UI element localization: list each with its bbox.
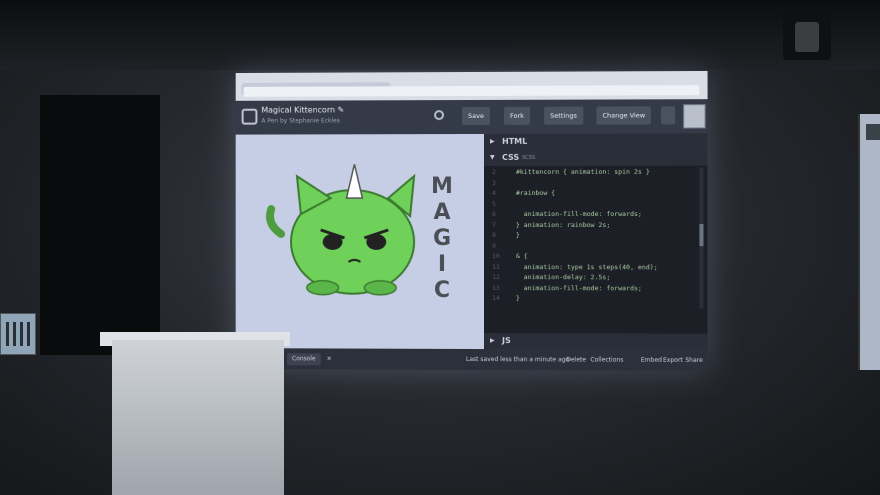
code-line[interactable]: 5 [492,199,703,207]
line-number: 2 [492,168,508,176]
settings-button[interactable]: Settings [544,107,583,125]
magic-letter: I [430,252,454,278]
logo-icon [866,124,880,140]
code-text: animation-delay: 2.5s; [508,273,610,281]
html-pane-header[interactable]: ▶ HTML [484,133,708,150]
panel-slot [20,322,23,346]
podium [112,340,284,495]
delete-button[interactable]: Delete [566,349,586,370]
magic-letter: A [430,200,454,226]
code-line[interactable]: 8 } [492,231,703,239]
chevron-down-icon: ▼ [490,150,495,166]
code-line[interactable]: 6 animation-fill-mode: forwards; [492,210,703,218]
magic-letter: M [430,174,454,200]
ceiling-light-fixture [783,10,831,60]
fork-button[interactable]: Fork [504,107,530,125]
line-number: 12 [492,273,508,281]
magic-letter: C [430,278,454,304]
line-number: 3 [492,178,508,186]
code-text: #kittencorn { animation: spin 2s } [508,168,650,176]
codepen-logo-icon[interactable] [242,109,258,125]
embed-button[interactable]: Embed [641,350,662,371]
code-text: animation-fill-mode: forwards; [508,284,642,292]
code-text: animation: type 1s steps(40, end); [508,263,658,271]
code-line[interactable]: 12 animation-delay: 2.5s; [492,273,703,281]
code-line[interactable]: 10 & { [492,252,703,260]
save-button[interactable]: Save [462,107,490,125]
code-editor: ▶ HTML ▼ CSS SCSS 2 #kittencorn { animat… [484,133,708,349]
code-line[interactable]: 3 [492,178,703,186]
share-button[interactable]: Share [685,350,703,371]
scrollbar-thumb[interactable] [699,224,703,246]
code-line[interactable]: 7 } animation: rainbow 2s; [492,220,703,228]
kittencorn-illustration [261,164,430,304]
chevron-right-icon: ▶ [490,333,495,349]
projected-screen: Magical Kittencorn ✎ A Pen by Stephanie … [236,71,708,371]
line-number: 9 [492,242,508,250]
code-line[interactable]: 2 #kittencorn { animation: spin 2s } [492,168,703,176]
panel-slot [13,322,16,346]
code-text: } [508,231,520,239]
line-number: 6 [492,210,508,218]
code-line[interactable]: 13 animation-fill-mode: forwards; [492,284,703,292]
close-icon[interactable]: ✕ [327,348,332,369]
preview-pane: M A G I C [236,134,484,349]
css-pane-header[interactable]: ▼ CSS SCSS [484,150,708,166]
line-number: 13 [492,284,508,292]
left-wall-panel [0,313,36,355]
console-button[interactable]: Console [287,353,320,365]
magic-text: M A G I C [430,174,454,304]
code-text: } animation: rainbow 2s; [508,220,610,228]
line-number: 4 [492,189,508,197]
collections-button[interactable]: Collections [590,349,623,370]
html-pane-label: HTML [502,134,527,150]
code-text: } [508,294,520,302]
line-number: 7 [492,220,508,228]
line-number: 11 [492,263,508,271]
pen-author[interactable]: A Pen by Stephanie Eckles [261,117,340,124]
pen-title[interactable]: Magical Kittencorn ✎ [261,105,344,114]
second-projection-screen [858,114,880,370]
css-code[interactable]: 2 #kittencorn { animation: spin 2s } 3 4 #… [484,168,708,309]
gear-icon[interactable] [434,110,444,120]
line-number: 8 [492,231,508,239]
export-button[interactable]: Export [663,350,683,371]
code-line[interactable]: 9 [492,242,703,250]
js-pane-header[interactable]: ▶ JS [484,333,708,350]
code-line[interactable]: 14 } [492,294,703,303]
css-pane-label: CSS [502,150,519,166]
line-number: 14 [492,294,508,302]
pin-icon[interactable] [661,106,675,124]
avatar[interactable] [683,104,705,128]
editor-header: Magical Kittencorn ✎ A Pen by Stephanie … [236,99,708,134]
lamp [795,22,819,52]
change-view-button[interactable]: Change View [596,106,651,124]
line-number: 5 [492,199,508,207]
chevron-right-icon: ▶ [490,134,495,150]
magic-letter: G [430,226,454,252]
code-text: & { [508,252,528,260]
status-bar: Console ✕ Last saved less than a minute … [236,348,708,371]
browser-chrome [236,71,708,101]
line-number: 10 [492,252,508,260]
dark-doorway [40,95,160,355]
code-text: #rainbow { [508,189,555,197]
js-pane-label: JS [502,333,511,349]
code-text: animation-fill-mode: forwards; [508,210,642,218]
css-preprocessor-label: SCSS [522,150,535,166]
last-saved-text: Last saved less than a minute ago [466,349,569,370]
code-line[interactable]: 4 #rainbow { [492,189,703,197]
panel-slot [27,322,30,346]
code-line[interactable]: 11 animation: type 1s steps(40, end); [492,263,703,271]
panel-slot [6,322,9,346]
ceiling [0,0,880,70]
url-bar[interactable] [244,85,700,97]
